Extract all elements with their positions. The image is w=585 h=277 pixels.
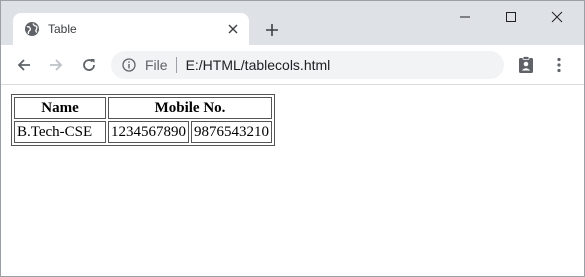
info-icon[interactable] — [121, 57, 137, 73]
cell-mobile-1: 1234567890 — [108, 121, 189, 143]
close-icon[interactable] — [225, 21, 241, 37]
scheme-label: File — [145, 57, 168, 73]
browser-window: Table File E:/HTML/tablecols.html Name M… — [0, 0, 585, 277]
arrow-right-icon[interactable] — [45, 54, 67, 76]
page-content: Name Mobile No. B.Tech-CSE 1234567890 98… — [1, 85, 584, 276]
cell-name: B.Tech-CSE — [14, 121, 106, 143]
url-text[interactable]: E:/HTML/tablecols.html — [186, 57, 331, 73]
globe-icon — [24, 21, 40, 37]
header-mobile-no: Mobile No. — [108, 97, 272, 119]
table-row: B.Tech-CSE 1234567890 9876543210 — [14, 121, 272, 143]
omnibox-divider — [175, 57, 177, 73]
cell-mobile-2: 9876543210 — [191, 121, 272, 143]
tab-strip: Table — [1, 1, 584, 45]
tab-active[interactable]: Table — [13, 13, 249, 45]
clipboard-user-icon[interactable] — [515, 54, 537, 76]
arrow-left-icon[interactable] — [13, 54, 35, 76]
window-close-icon[interactable] — [534, 1, 580, 33]
data-table: Name Mobile No. B.Tech-CSE 1234567890 98… — [11, 94, 275, 146]
maximize-icon[interactable] — [488, 1, 534, 33]
kebab-menu-icon[interactable] — [548, 54, 570, 76]
header-name: Name — [14, 97, 106, 119]
tab-title: Table — [48, 22, 77, 36]
toolbar: File E:/HTML/tablecols.html — [1, 45, 584, 85]
minimize-icon[interactable] — [442, 1, 488, 33]
plus-icon[interactable] — [262, 20, 282, 40]
table-header-row: Name Mobile No. — [14, 97, 272, 119]
address-bar[interactable]: File E:/HTML/tablecols.html — [111, 51, 504, 79]
reload-icon[interactable] — [78, 54, 100, 76]
